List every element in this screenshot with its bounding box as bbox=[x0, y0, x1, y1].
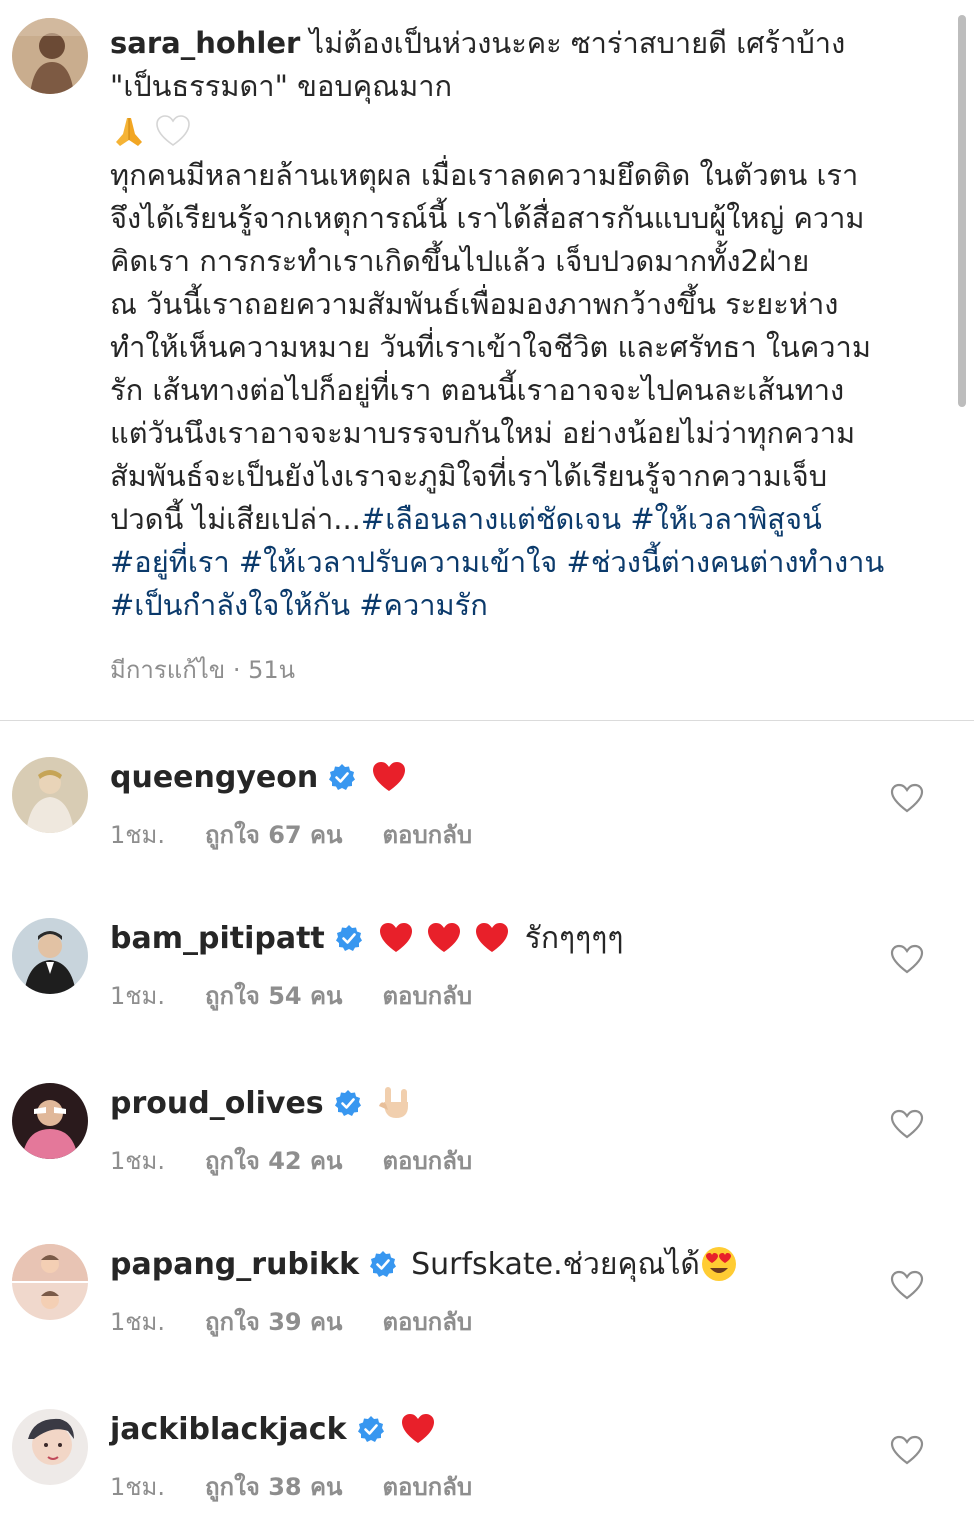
avatar[interactable] bbox=[12, 1083, 88, 1159]
comment-item: bam_pitipatt รักๆๆๆๆ 1ชม. ถูกใจ 54 คน ตอ… bbox=[0, 918, 974, 1048]
divider bbox=[0, 720, 974, 721]
avatar[interactable] bbox=[12, 757, 88, 833]
comment-text: Surfskate.ช่วยคุณได้ bbox=[411, 1246, 700, 1282]
caption-text: "เป็นธรรมดา" ขอบคุณมาก bbox=[110, 69, 453, 103]
avatar[interactable] bbox=[12, 918, 88, 994]
reply-button[interactable]: ตอบกลับ bbox=[382, 815, 472, 854]
comment-username[interactable]: queengyeon bbox=[110, 760, 318, 795]
comment-time: 1ชม. bbox=[110, 821, 166, 849]
white-heart-emoji bbox=[154, 112, 192, 150]
avatar[interactable] bbox=[12, 18, 88, 94]
caption-line: คิดเรา การกระทำเราเกิดขึ้นไปแล้ว เจ็บปวด… bbox=[110, 244, 810, 278]
like-heart-icon[interactable] bbox=[890, 1435, 924, 1465]
likes-count[interactable]: ถูกใจ 54 คน bbox=[205, 976, 342, 1015]
like-heart-icon[interactable] bbox=[890, 1109, 924, 1139]
red-heart-emoji bbox=[370, 758, 408, 796]
caption-line: ทุกคนมีหลายล้านเหตุผล เมื่อเราลดความยึดต… bbox=[110, 158, 859, 192]
caption-line: สัมพันธ์จะเป็นยังไงเราจะภูมิใจที่เราได้เ… bbox=[110, 459, 828, 493]
comment-time: 1ชม. bbox=[110, 1147, 166, 1175]
like-heart-icon[interactable] bbox=[890, 1270, 924, 1300]
hashtag-link[interactable]: #เป็นกำลังใจให้กัน bbox=[110, 588, 350, 622]
comment-username[interactable]: jackiblackjack bbox=[110, 1412, 347, 1447]
verified-badge-icon bbox=[357, 1415, 385, 1443]
comment-time: 1ชม. bbox=[110, 982, 166, 1010]
caption-emojis bbox=[110, 108, 950, 154]
comment-item: papang_rubikk Surfskate.ช่วยคุณได้ 1ชม. … bbox=[0, 1244, 974, 1374]
comment-username[interactable]: proud_olives bbox=[110, 1086, 324, 1121]
red-heart-emoji bbox=[377, 919, 415, 957]
avatar[interactable] bbox=[12, 1244, 88, 1320]
verified-badge-icon bbox=[369, 1250, 397, 1278]
caption-line: แต่วันนึงเราอาจจะมาบรรจบกันใหม่ อย่างน้อ… bbox=[110, 416, 856, 450]
likes-count[interactable]: ถูกใจ 67 คน bbox=[205, 815, 342, 854]
reply-button[interactable]: ตอบกลับ bbox=[382, 1467, 472, 1506]
verified-badge-icon bbox=[335, 924, 363, 952]
hashtag-link[interactable]: #ให้เวลาพิสูจน์ bbox=[630, 502, 821, 536]
red-heart-emoji bbox=[425, 919, 463, 957]
caption-line: ทำให้เห็นความหมาย วันที่เราเข้าใจชีวิต แ… bbox=[110, 330, 871, 364]
likes-count[interactable]: ถูกใจ 38 คน bbox=[205, 1467, 342, 1506]
comment-item: jackiblackjack 1ชม. ถูกใจ 38 คน ตอบกลับ bbox=[0, 1409, 974, 1539]
comment-text: รักๆๆๆๆ bbox=[524, 920, 624, 956]
hashtag-link[interactable]: #ช่วงนี้ต่างคนต่างทำงาน bbox=[567, 545, 885, 579]
reply-button[interactable]: ตอบกลับ bbox=[382, 976, 472, 1015]
avatar[interactable] bbox=[12, 1409, 88, 1485]
love-you-gesture-emoji bbox=[376, 1084, 414, 1122]
reply-button[interactable]: ตอบกลับ bbox=[382, 1141, 472, 1180]
comment-item: queengyeon 1ชม. ถูกใจ 67 คน ตอบกลับ bbox=[0, 757, 974, 887]
verified-badge-icon bbox=[328, 763, 356, 791]
heart-eyes-emoji bbox=[700, 1245, 738, 1283]
verified-badge-icon bbox=[334, 1089, 362, 1117]
hashtag-link[interactable]: #อยู่ที่เรา bbox=[110, 545, 230, 579]
caption-line: ณ วันนี้เราถอยความสัมพันธ์เพื่อมองภาพกว้… bbox=[110, 287, 839, 321]
caption-line: จึงได้เรียนรู้จากเหตุการณ์นี้ เราได้สื่อ… bbox=[110, 201, 865, 235]
comment-username[interactable]: papang_rubikk bbox=[110, 1247, 359, 1282]
likes-count[interactable]: ถูกใจ 42 คน bbox=[205, 1141, 342, 1180]
likes-count[interactable]: ถูกใจ 39 คน bbox=[205, 1302, 342, 1341]
caption-meta: มีการแก้ไข · 51น bbox=[110, 656, 296, 684]
red-heart-emoji bbox=[399, 1410, 437, 1448]
comment-item: proud_olives 1ชม. ถูกใจ 42 คน ตอบกลับ bbox=[0, 1083, 974, 1213]
comment-time: 1ชม. bbox=[110, 1473, 166, 1501]
caption-text: ไม่ต้องเป็นห่วงนะคะ ซาร่าสบายดี เศร้าบ้า… bbox=[309, 26, 846, 60]
like-heart-icon[interactable] bbox=[890, 944, 924, 974]
like-heart-icon[interactable] bbox=[890, 783, 924, 813]
hashtag-link[interactable]: #ความรัก bbox=[359, 588, 488, 622]
caption-line: รัก เส้นทางต่อไปก็อยู่ที่เรา ตอนนี้เราอา… bbox=[110, 373, 845, 407]
comment-time: 1ชม. bbox=[110, 1308, 166, 1336]
red-heart-emoji bbox=[473, 919, 511, 957]
post-username[interactable]: sara_hohler bbox=[110, 26, 300, 60]
comment-username[interactable]: bam_pitipatt bbox=[110, 921, 325, 956]
hashtag-link[interactable]: #ให้เวลาปรับความเข้าใจ bbox=[239, 545, 557, 579]
caption-line: ปวดนี้ ไม่เสียเปล่า... bbox=[110, 502, 361, 536]
hashtag-link[interactable]: #เลือนลางแต่ชัดเจน bbox=[361, 502, 621, 536]
reply-button[interactable]: ตอบกลับ bbox=[382, 1302, 472, 1341]
post-caption: sara_hohler ไม่ต้องเป็นห่วงนะคะ ซาร่าสบา… bbox=[0, 0, 974, 720]
folded-hands-emoji bbox=[110, 112, 148, 150]
